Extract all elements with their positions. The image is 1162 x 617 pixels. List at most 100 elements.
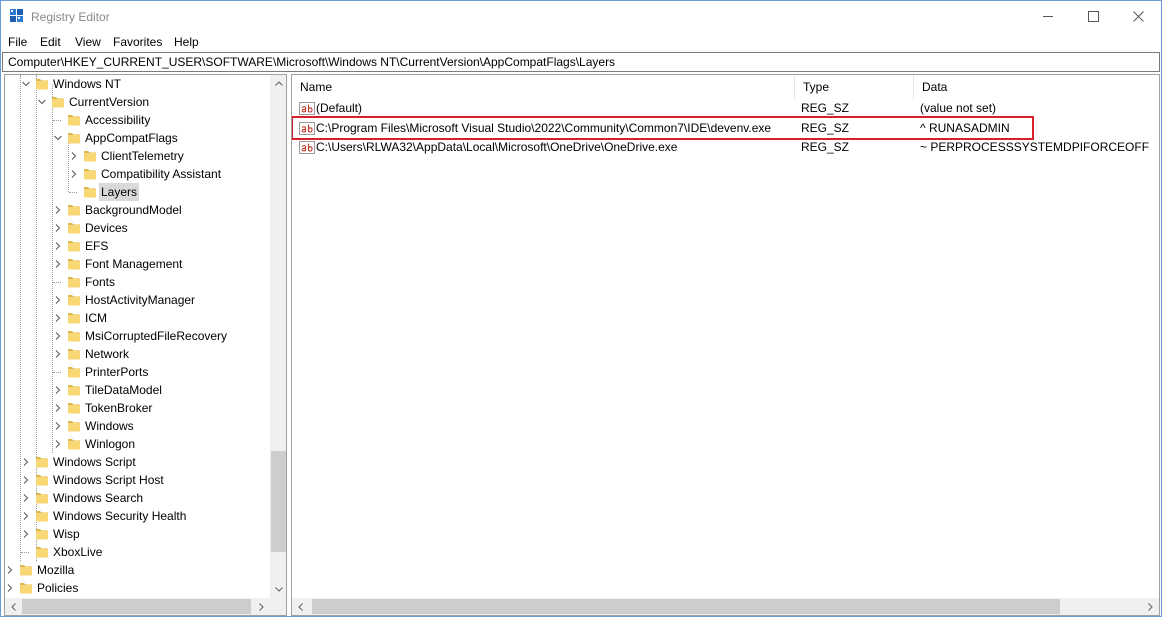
tree-item[interactable]: Policies: [5, 579, 270, 597]
chevron-right-icon[interactable]: [53, 421, 63, 431]
scrollbar-corner: [270, 598, 286, 615]
menu-view[interactable]: View: [75, 35, 101, 49]
tree-item[interactable]: PrinterPorts: [5, 363, 270, 381]
chevron-right-icon[interactable]: [53, 295, 63, 305]
tree-vertical-scrollbar[interactable]: [270, 75, 286, 598]
chevron-right-icon[interactable]: [21, 511, 31, 521]
chevron-right-icon[interactable]: [53, 241, 63, 251]
chevron-right-icon[interactable]: [53, 259, 63, 269]
tree-item[interactable]: Font Management: [5, 255, 270, 273]
chevron-right-icon[interactable]: [53, 439, 63, 449]
chevron-right-icon[interactable]: [21, 493, 31, 503]
chevron-down-icon[interactable]: [21, 79, 31, 89]
tree-item[interactable]: Fonts: [5, 273, 270, 291]
close-button[interactable]: [1115, 1, 1161, 32]
chevron-right-icon[interactable]: [21, 457, 31, 467]
tree-item-label: Winlogon: [85, 437, 136, 451]
tree-item[interactable]: Wisp: [5, 525, 270, 543]
chevron-right-icon[interactable]: [21, 529, 31, 539]
tree-item[interactable]: TokenBroker: [5, 399, 270, 417]
scroll-down-button[interactable]: [270, 581, 286, 598]
tree-item[interactable]: Windows NT: [5, 75, 270, 93]
tree-item[interactable]: Windows Script Host: [5, 471, 270, 489]
values-list-pane[interactable]: Name Type Data (Default) REG_SZ (value not…: [291, 74, 1160, 616]
tree-item[interactable]: Network: [5, 345, 270, 363]
tree-item[interactable]: Compatibility Assistant: [5, 165, 270, 183]
tree-horizontal-scrollbar[interactable]: [5, 598, 270, 615]
tree-item[interactable]: Windows Search: [5, 489, 270, 507]
chevron-right-icon[interactable]: [5, 565, 15, 575]
scroll-right-button[interactable]: [1142, 598, 1159, 615]
tree-item-label: Accessibility: [85, 113, 151, 127]
folder-icon: [36, 529, 48, 540]
tree-item-label: Compatibility Assistant: [101, 167, 222, 181]
chevron-right-icon[interactable]: [53, 403, 63, 413]
tree-item[interactable]: Mozilla: [5, 561, 270, 579]
maximize-button[interactable]: [1070, 1, 1116, 32]
registry-editor-icon: [10, 9, 23, 22]
chevron-right-icon[interactable]: [69, 169, 79, 179]
chevron-right-icon[interactable]: [5, 583, 15, 593]
folder-icon: [68, 421, 80, 432]
chevron-right-icon[interactable]: [53, 385, 63, 395]
chevron-right-icon[interactable]: [53, 205, 63, 215]
menu-favorites[interactable]: Favorites: [113, 35, 162, 49]
tree-item[interactable]: BackgroundModel: [5, 201, 270, 219]
tree-item[interactable]: Accessibility: [5, 111, 270, 129]
column-header-name[interactable]: Name: [292, 75, 795, 99]
chevron-down-icon[interactable]: [53, 133, 63, 143]
string-value-icon: [299, 141, 315, 154]
tree-item[interactable]: MsiCorruptedFileRecovery: [5, 327, 270, 345]
tree-item[interactable]: Winlogon: [5, 435, 270, 453]
value-type: REG_SZ: [801, 140, 850, 154]
tree-item[interactable]: XboxLive: [5, 543, 270, 561]
scroll-right-button[interactable]: [253, 598, 270, 615]
list-horizontal-scrollbar[interactable]: [292, 598, 1159, 615]
list-horizontal-scroll-thumb[interactable]: [312, 599, 1060, 614]
title-bar[interactable]: Registry Editor: [1, 1, 1161, 32]
key-tree-pane[interactable]: Windows NT CurrentVersion Accessibility App…: [4, 74, 287, 616]
tree-item[interactable]: Windows: [5, 417, 270, 435]
scroll-left-button[interactable]: [292, 598, 309, 615]
menu-edit[interactable]: Edit: [40, 35, 61, 49]
registry-editor-window: Registry Editor File Edit View Favorites…: [0, 0, 1162, 617]
scroll-left-button[interactable]: [5, 598, 22, 615]
tree-item[interactable]: Windows Script: [5, 453, 270, 471]
minimize-button[interactable]: [1025, 1, 1071, 32]
tree-item-label: AppCompatFlags: [85, 131, 178, 145]
chevron-right-icon: [1148, 602, 1153, 611]
folder-icon: [52, 97, 64, 108]
tree-item[interactable]: EFS: [5, 237, 270, 255]
tree-item[interactable]: Devices: [5, 219, 270, 237]
tree-connector: [53, 282, 61, 283]
tree-vertical-scroll-thumb[interactable]: [271, 451, 286, 552]
tree-item-label: MsiCorruptedFileRecovery: [85, 329, 228, 343]
tree-item[interactable]: HostActivityManager: [5, 291, 270, 309]
list-item[interactable]: C:\Users\RLWA32\AppData\Local\Microsoft\…: [292, 138, 1159, 157]
tree-item[interactable]: ClientTelemetry: [5, 147, 270, 165]
menu-help[interactable]: Help: [174, 35, 199, 49]
tree-item[interactable]: Windows Security Health: [5, 507, 270, 525]
scroll-up-button[interactable]: [270, 75, 286, 92]
chevron-right-icon[interactable]: [21, 475, 31, 485]
address-bar[interactable]: Computer\HKEY_CURRENT_USER\SOFTWARE\Micr…: [2, 52, 1160, 72]
tree-horizontal-scroll-thumb[interactable]: [22, 599, 251, 614]
menu-bar: File Edit View Favorites Help: [1, 32, 1161, 52]
tree-item[interactable]: TileDataModel: [5, 381, 270, 399]
chevron-right-icon[interactable]: [53, 331, 63, 341]
tree-item[interactable]: Layers: [5, 183, 270, 201]
chevron-right-icon[interactable]: [53, 313, 63, 323]
column-header-type[interactable]: Type: [795, 75, 914, 99]
chevron-right-icon[interactable]: [53, 223, 63, 233]
column-header-data[interactable]: Data: [914, 75, 1159, 99]
tree-item[interactable]: CurrentVersion: [5, 93, 270, 111]
tree-item[interactable]: ICM: [5, 309, 270, 327]
tree-item-label: CurrentVersion: [69, 95, 150, 109]
chevron-right-icon[interactable]: [69, 151, 79, 161]
folder-icon: [68, 133, 80, 144]
chevron-down-icon[interactable]: [37, 97, 47, 107]
chevron-right-icon[interactable]: [53, 349, 63, 359]
tree-item[interactable]: AppCompatFlags: [5, 129, 270, 147]
menu-file[interactable]: File: [8, 35, 27, 49]
folder-icon: [20, 565, 32, 576]
